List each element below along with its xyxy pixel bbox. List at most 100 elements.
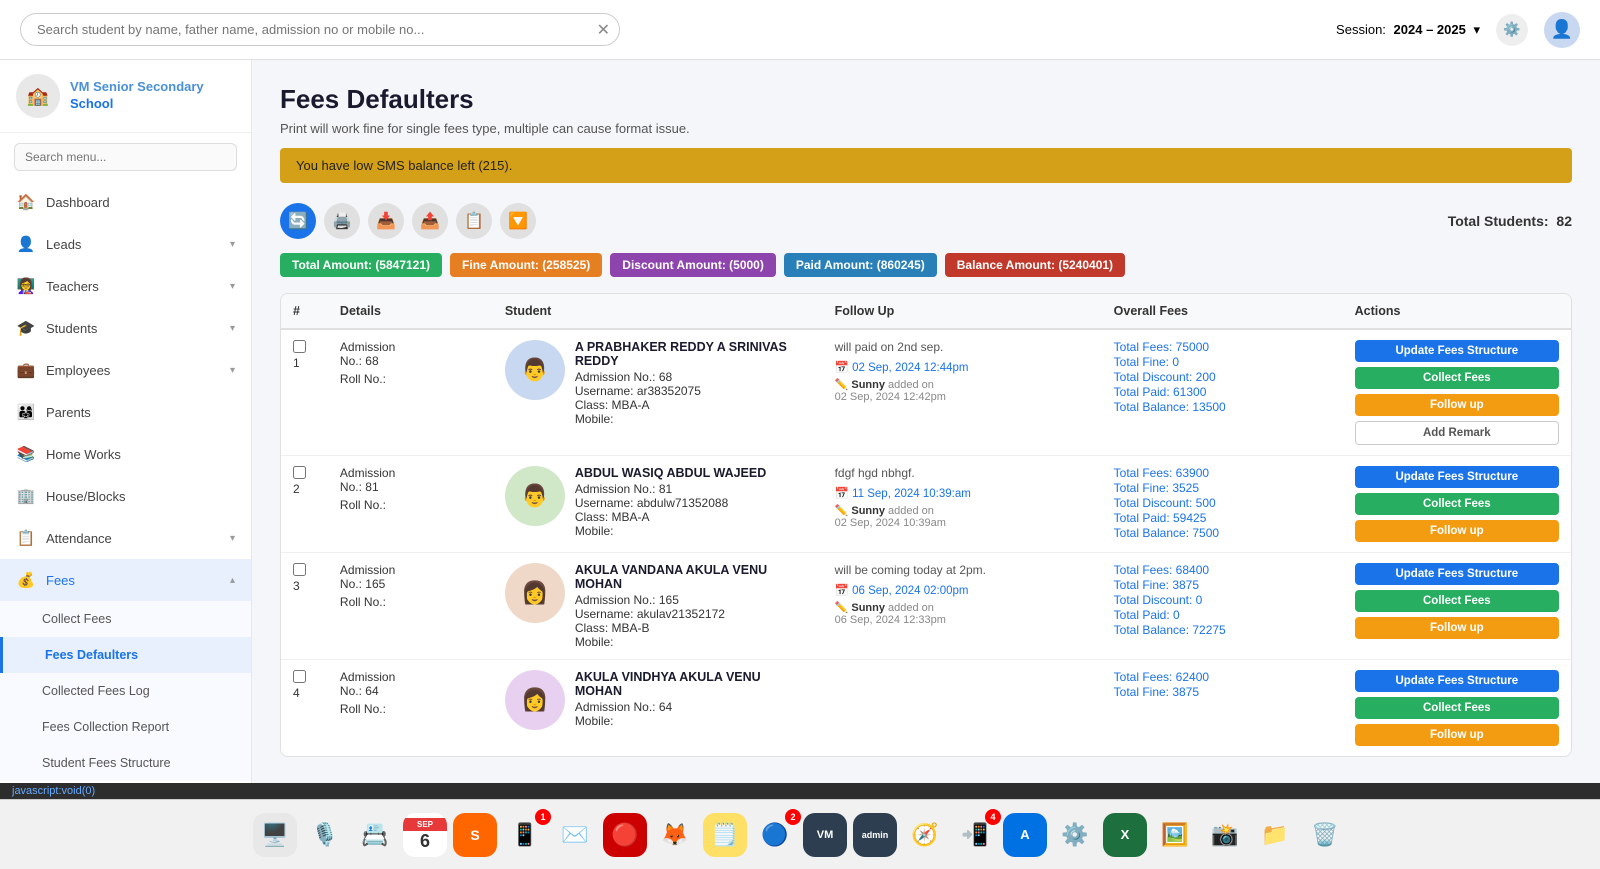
sidebar-item-collected-fees-log[interactable]: Collected Fees Log [0, 673, 251, 709]
sidebar-item-students[interactable]: 🎓 Students ▾ [0, 307, 251, 349]
collect-fees-button[interactable]: Collect Fees [1355, 493, 1559, 515]
school-name: VM Senior Secondary School [70, 79, 204, 113]
row-check[interactable]: 2 [281, 456, 328, 553]
download-button[interactable]: 📥 [368, 203, 404, 239]
sidebar-search-input[interactable] [14, 143, 237, 171]
dock-whatsapp[interactable]: 📱 1 [503, 813, 547, 857]
collect-fees-button[interactable]: Collect Fees [1355, 367, 1559, 389]
col-actions: Actions [1343, 294, 1571, 329]
sidebar-item-collect-fees[interactable]: Collect Fees [0, 601, 251, 637]
dock-safari[interactable]: 🧭 [903, 813, 947, 857]
row-check[interactable]: 4 [281, 660, 328, 757]
row-checkbox-3[interactable] [293, 563, 306, 576]
dock-notes[interactable]: 🗒️ [703, 813, 747, 857]
discount-amount-badge: Discount Amount: (5000) [610, 253, 776, 277]
followup-date: 📅 11 Sep, 2024 10:39:am [835, 486, 1090, 500]
dock-capture[interactable]: 📸 [1203, 813, 1247, 857]
avatar[interactable]: 👤 [1544, 12, 1580, 48]
update-fees-button[interactable]: Update Fees Structure [1355, 340, 1559, 362]
print-button[interactable]: 🖨️ [324, 203, 360, 239]
dock-appstore[interactable]: A [1003, 813, 1047, 857]
sidebar-item-student-fees-structure[interactable]: Student Fees Structure [0, 745, 251, 781]
followup-button[interactable]: Follow up [1355, 724, 1559, 746]
collect-fees-button[interactable]: Collect Fees [1355, 590, 1559, 612]
sidebar-item-fees[interactable]: 💰 Fees ▴ [0, 559, 251, 601]
dock-calendar[interactable]: SEP 6 [403, 813, 447, 857]
sidebar-item-label: House/Blocks [46, 489, 125, 504]
sidebar-item-dashboard[interactable]: 🏠 Dashboard [0, 181, 251, 223]
search-clear-icon[interactable]: ✕ [597, 20, 610, 40]
school-logo: 🏫 [16, 74, 60, 118]
row-checkbox-4[interactable] [293, 670, 306, 683]
refresh-button[interactable]: 🔄 [280, 203, 316, 239]
dock-finder[interactable]: 🖥️ [253, 813, 297, 857]
sub-item-label: Collect Fees [42, 612, 111, 626]
dock-facetime[interactable]: 📲 4 [953, 813, 997, 857]
sidebar-item-parents[interactable]: 👨‍👩‍👧 Parents [0, 391, 251, 433]
sidebar-item-label: Home Works [46, 447, 121, 462]
dock-files[interactable]: 📁 [1253, 813, 1297, 857]
chevron-down-icon[interactable]: ▾ [1473, 22, 1480, 37]
dock-trash[interactable]: 🗑️ [1303, 813, 1347, 857]
table-row: 4 AdmissionNo.: 64 Roll No.: 👩 AKULA VIN… [281, 660, 1571, 757]
followup-button[interactable]: Follow up [1355, 520, 1559, 542]
dock: 🖥️ 🎙️ 📇 SEP 6 S 📱 1 ✉️ 🔴 🦊 🗒️ 🔵 2 VM adm… [0, 799, 1600, 869]
sidebar-item-fees-defaulters[interactable]: Fees Defaulters [0, 637, 251, 673]
dock-firefox[interactable]: 🦊 [653, 813, 697, 857]
sidebar-item-label: Fees [46, 573, 75, 588]
dock-preview[interactable]: 🖼️ [1153, 813, 1197, 857]
chevron-icon: ▾ [230, 281, 235, 292]
parents-icon: 👨‍👩‍👧 [16, 402, 36, 422]
remark-button[interactable]: Add Remark [1355, 421, 1559, 445]
amount-badges: Total Amount: (5847121) Fine Amount: (25… [280, 253, 1572, 277]
row-details: AdmissionNo.: 68 Roll No.: [328, 329, 493, 456]
row-check[interactable]: 3 [281, 553, 328, 660]
toolbar: 🔄 🖨️ 📥 📤 📋 🔽 Total Students: 82 [280, 203, 1572, 239]
student-username: Username: ar38352075 [575, 384, 811, 398]
session-label: Session: 2024 – 2025 ▾ [1336, 22, 1480, 38]
update-fees-button[interactable]: Update Fees Structure [1355, 563, 1559, 585]
search-box[interactable]: ✕ [20, 13, 620, 46]
followup-added: ✏️ Sunny added on06 Sep, 2024 12:33pm [835, 601, 1090, 626]
calendar-day: 6 [420, 831, 430, 852]
update-fees-button[interactable]: Update Fees Structure [1355, 466, 1559, 488]
chrome-badge: 2 [785, 809, 801, 825]
dock-sublime[interactable]: S [453, 813, 497, 857]
export-button[interactable]: 📤 [412, 203, 448, 239]
dock-vadmin[interactable]: admin [853, 813, 897, 857]
dock-mail[interactable]: ✉️ [553, 813, 597, 857]
row-followup: fdgf hgd nbhgf. 📅 11 Sep, 2024 10:39:am … [823, 456, 1102, 553]
dock-settings[interactable]: ⚙️ [1053, 813, 1097, 857]
dock-op[interactable]: 🔴 [603, 813, 647, 857]
calendar-month: SEP [403, 818, 447, 831]
sidebar-search[interactable] [0, 133, 251, 181]
row-checkbox-1[interactable] [293, 340, 306, 353]
search-input[interactable] [20, 13, 620, 46]
share-button[interactable]: 📋 [456, 203, 492, 239]
followup-button[interactable]: Follow up [1355, 394, 1559, 416]
followup-button[interactable]: Follow up [1355, 617, 1559, 639]
dock-chrome[interactable]: 🔵 2 [753, 813, 797, 857]
total-fees: Total Fees: 63900 [1114, 466, 1331, 480]
row-student: 👩 AKULA VINDHYA AKULA VENU MOHAN Admissi… [493, 660, 823, 757]
update-fees-button[interactable]: Update Fees Structure [1355, 670, 1559, 692]
sidebar-item-employees[interactable]: 💼 Employees ▾ [0, 349, 251, 391]
sidebar-item-leads[interactable]: 👤 Leads ▾ [0, 223, 251, 265]
dock-siri[interactable]: 🎙️ [303, 813, 347, 857]
sidebar-item-teachers[interactable]: 👩‍🏫 Teachers ▾ [0, 265, 251, 307]
row-checkbox-2[interactable] [293, 466, 306, 479]
dock-excel[interactable]: X [1103, 813, 1147, 857]
dock-vmemo[interactable]: VM [803, 813, 847, 857]
total-fees: Total Fees: 75000 [1114, 340, 1331, 354]
topbar-right: Session: 2024 – 2025 ▾ ⚙️ 👤 [1336, 12, 1580, 48]
sidebar-item-houseblocks[interactable]: 🏢 House/Blocks [0, 475, 251, 517]
collect-fees-button[interactable]: Collect Fees [1355, 697, 1559, 719]
dock-contacts[interactable]: 📇 [353, 813, 397, 857]
sidebar-item-fees-collection-report[interactable]: Fees Collection Report [0, 709, 251, 745]
sidebar-item-homeworks[interactable]: 📚 Home Works [0, 433, 251, 475]
filter-button[interactable]: 🔽 [500, 203, 536, 239]
col-fees: Overall Fees [1102, 294, 1343, 329]
row-check[interactable]: 1 [281, 329, 328, 456]
settings-icon[interactable]: ⚙️ [1496, 14, 1528, 46]
sidebar-item-attendance[interactable]: 📋 Attendance ▾ [0, 517, 251, 559]
